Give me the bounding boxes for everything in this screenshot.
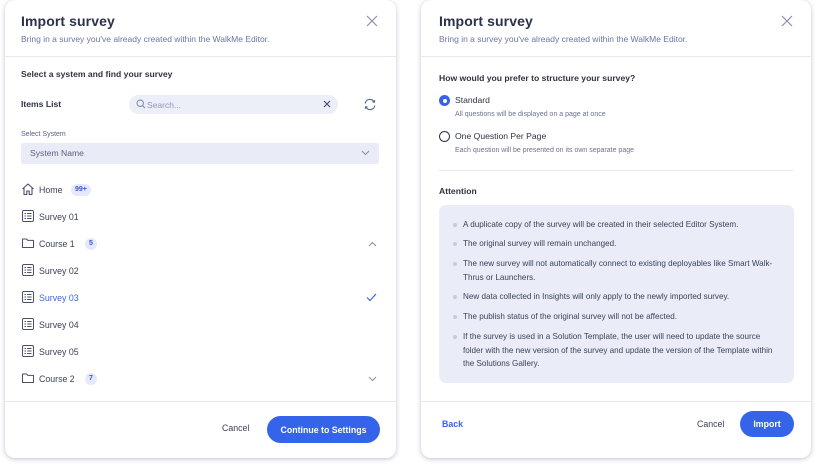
search-field[interactable] [129,95,338,114]
footer-divider [421,401,811,402]
survey-icon [22,318,34,330]
check-icon [366,293,377,302]
tree-item-survey-03[interactable]: Survey 03 [19,288,381,310]
tree-item-label: Course 2 [39,374,75,384]
attention-title: Attention [439,186,477,196]
tree-item-course-2[interactable]: Course 2 7 [19,369,381,391]
count-badge: 5 [85,238,97,250]
dialog-title: Import survey [21,13,115,29]
tree-item-label: Survey 05 [39,347,79,357]
option-description: All questions will be displayed on a pag… [455,111,606,118]
survey-icon [22,345,34,357]
cancel-button[interactable]: Cancel [697,419,724,429]
attention-item: If the survey is used in a Solution Temp… [453,330,778,371]
import-button[interactable]: Import [740,411,794,437]
attention-item: The original survey will remain unchange… [453,237,778,251]
attention-item: A duplicate copy of the survey will be c… [453,218,778,232]
attention-box: A duplicate copy of the survey will be c… [439,205,794,383]
tree-item-label: Course 1 [39,239,75,249]
search-icon [136,99,146,109]
radio-unselected[interactable] [439,131,450,142]
tree-item-label: Survey 03 [39,293,79,303]
dialog-title: Import survey [439,13,533,29]
chevron-down-icon[interactable] [368,376,377,382]
count-badge: 7 [85,373,97,385]
count-badge: 99+ [71,184,91,196]
system-select[interactable]: System Name [21,143,379,164]
tree-item-label: Home [39,185,63,195]
footer-divider [5,401,396,402]
option-label: One Question Per Page [455,131,547,141]
folder-icon [22,373,34,383]
select-system-label: Select System [21,131,66,138]
divider [421,56,811,57]
cancel-button[interactable]: Cancel [222,423,249,433]
system-select-value: System Name [30,148,84,158]
import-survey-dialog-settings: Import survey Bring in a survey you've a… [421,0,811,458]
dialog-subtitle: Bring in a survey you've already created… [21,34,270,44]
tree-item-survey-02[interactable]: Survey 02 [19,261,381,283]
refresh-icon[interactable] [363,98,377,111]
home-icon [22,183,34,196]
option-label: Standard [455,95,490,105]
chevron-down-icon [361,150,370,156]
option-one-question-per-page[interactable]: One Question Per Page [439,131,639,144]
survey-icon [22,210,34,222]
tree-item-label: Survey 02 [39,266,79,276]
section-title: Select a system and find your survey [21,69,173,79]
dialog-header: Import survey Bring in a survey you've a… [421,0,811,56]
tree-item-home[interactable]: Home 99+ [19,180,381,202]
attention-item: The publish status of the original surve… [453,310,778,324]
tree-item-survey-01[interactable]: Survey 01 [19,207,381,229]
attention-item: New data collected in Insights will only… [453,290,778,304]
tree-item-label: Survey 04 [39,320,79,330]
dialog-subtitle: Bring in a survey you've already created… [439,34,688,44]
attention-item: The new survey will not automatically co… [453,257,778,284]
tree-item-course-1[interactable]: Course 1 5 [19,234,381,256]
close-icon[interactable] [781,15,793,27]
search-input[interactable] [147,97,317,112]
divider [439,170,793,171]
chevron-up-icon[interactable] [368,241,377,247]
tree-item-survey-04[interactable]: Survey 04 [19,315,381,337]
import-survey-dialog-select: Import survey Bring in a survey you've a… [5,0,396,458]
radio-selected[interactable] [439,95,450,106]
structure-question: How would you prefer to structure your s… [439,73,636,83]
items-list-label: Items List [21,99,62,109]
option-description: Each question will be presented on its o… [455,147,635,154]
tree-item-label: Survey 01 [39,212,79,222]
divider [5,56,396,57]
survey-icon [22,264,34,276]
continue-to-settings-button[interactable]: Continue to Settings [267,416,380,443]
dialog-header: Import survey Bring in a survey you've a… [5,0,396,56]
close-icon[interactable] [366,15,378,27]
back-button[interactable]: Back [442,419,463,429]
clear-search-icon[interactable] [323,100,331,108]
option-standard[interactable]: Standard [439,95,639,108]
folder-icon [22,238,34,248]
tree-item-survey-05[interactable]: Survey 05 [19,342,381,364]
survey-icon [22,291,34,303]
